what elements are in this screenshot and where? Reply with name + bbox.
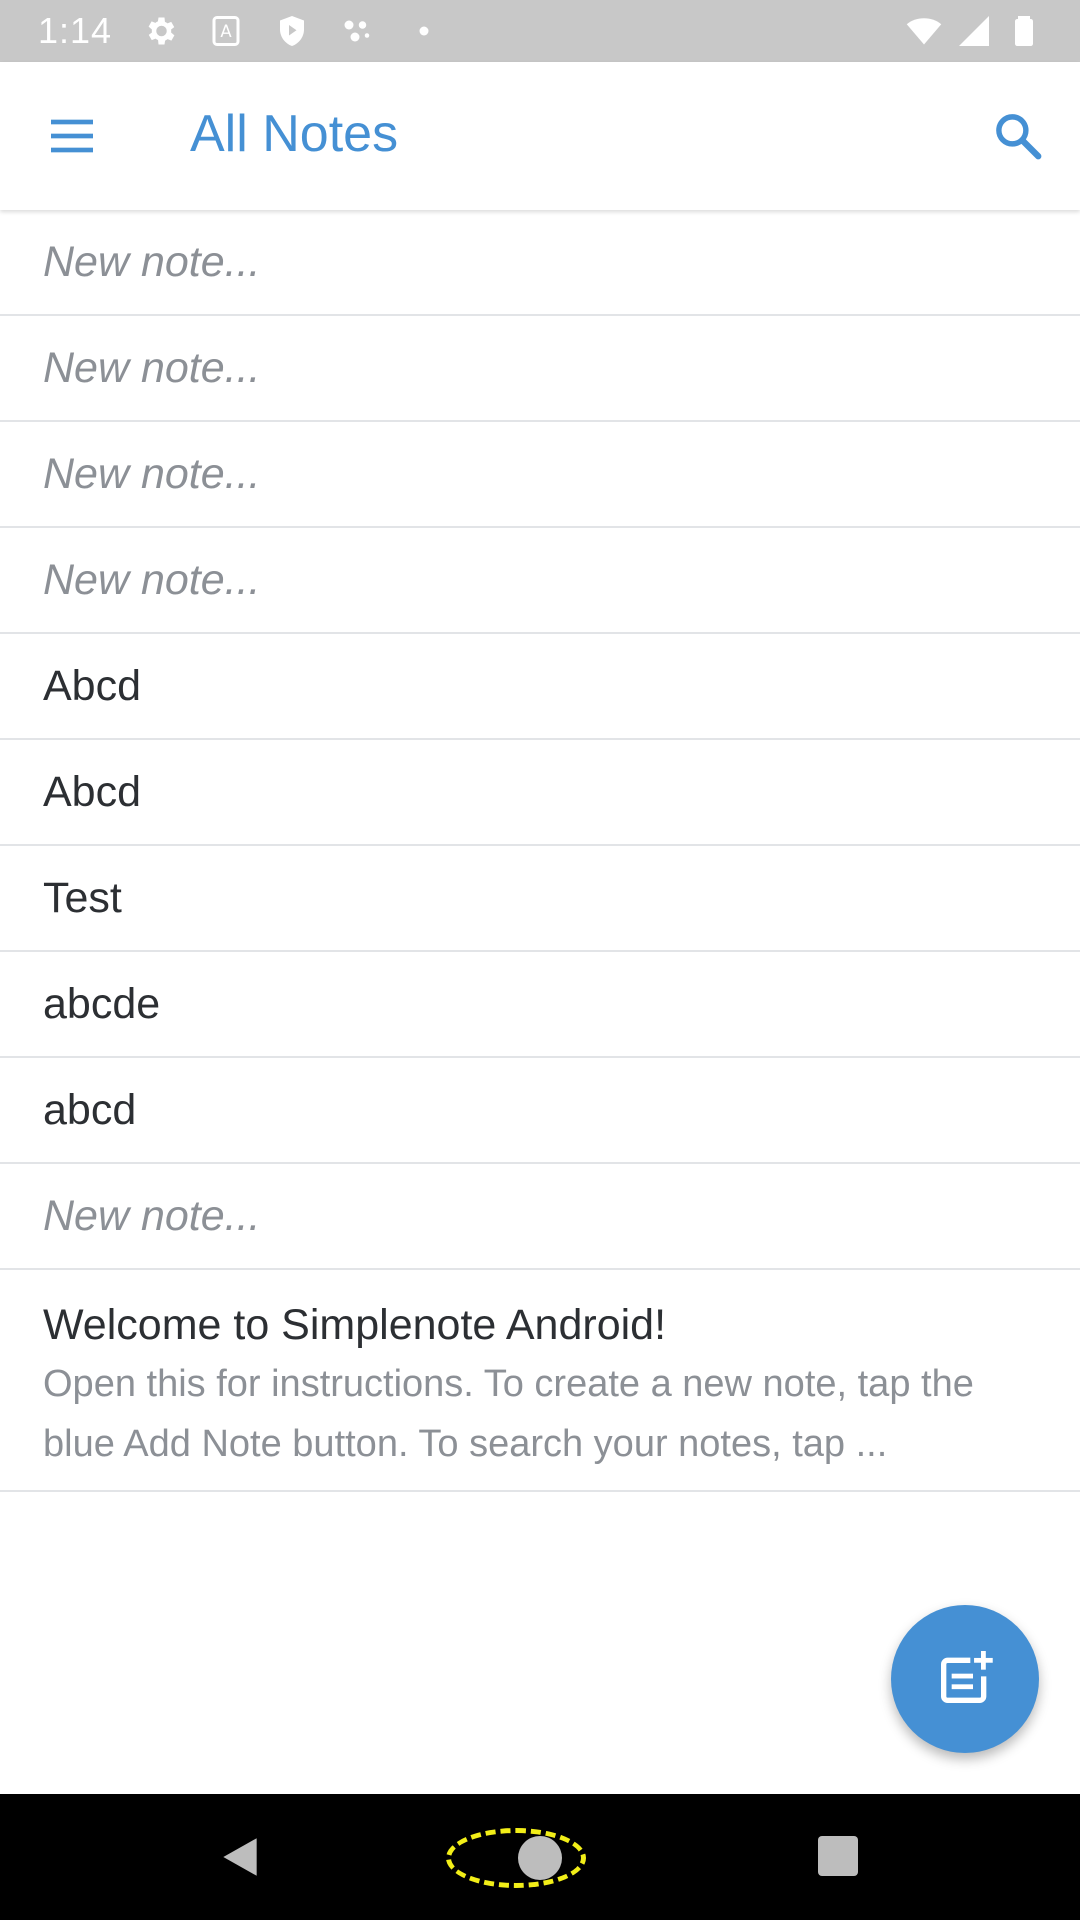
- back-icon[interactable]: [215, 1832, 265, 1882]
- note-list-item[interactable]: New note...: [0, 316, 1080, 422]
- note-list-item[interactable]: Test: [0, 846, 1080, 952]
- note-list-item[interactable]: Abcd: [0, 634, 1080, 740]
- note-preview: Open this for instructions. To create a …: [43, 1363, 974, 1465]
- note-title: Welcome to Simplenote Android!: [43, 1301, 667, 1349]
- shield-icon: [274, 13, 310, 49]
- search-icon: [996, 114, 1042, 160]
- menu-button[interactable]: [34, 102, 110, 170]
- status-left: 1:14 A: [38, 10, 442, 52]
- note-title: New note...: [43, 343, 261, 392]
- note-title: New note...: [43, 555, 261, 604]
- note-title: New note...: [43, 1191, 261, 1240]
- wifi-icon: [906, 13, 942, 49]
- note-title: New note...: [43, 237, 261, 286]
- note-list-item[interactable]: New note...: [0, 1164, 1080, 1270]
- settings-icon: [142, 13, 178, 49]
- battery-icon: [1006, 13, 1042, 49]
- page-title: All Notes: [190, 105, 399, 163]
- note-list-item[interactable]: abcd: [0, 1058, 1080, 1164]
- add-note-icon: [941, 1651, 993, 1703]
- signal-icon: [956, 13, 992, 49]
- note-list-item[interactable]: New note...: [0, 210, 1080, 316]
- note-list-item[interactable]: abcde: [0, 952, 1080, 1058]
- note-list-item[interactable]: New note...: [0, 528, 1080, 634]
- note-title: New note...: [43, 449, 261, 498]
- a-icon: A: [208, 13, 244, 49]
- svg-text:A: A: [220, 22, 232, 41]
- note-title: Abcd: [43, 661, 142, 710]
- note-title: abcde: [43, 979, 161, 1028]
- screen: 1:14 A All Notes New note... New note...…: [0, 0, 1080, 1920]
- status-time: 1:14: [38, 10, 113, 51]
- recents-button[interactable]: [818, 1836, 858, 1876]
- home-button[interactable]: [518, 1836, 562, 1880]
- note-title: Abcd: [43, 767, 142, 816]
- dot-icon: [406, 13, 442, 49]
- status-bar: 1:14 A: [0, 0, 1080, 62]
- menu-icon: [51, 119, 93, 153]
- notes-list: New note... New note... New note... New …: [0, 210, 1080, 1492]
- note-list-item[interactable]: New note...: [0, 422, 1080, 528]
- navigation-bar: [0, 1794, 1080, 1920]
- note-list-item[interactable]: Abcd: [0, 740, 1080, 846]
- app-bar: All Notes: [0, 62, 1080, 210]
- note-list-item[interactable]: Welcome to Simplenote Android! Open this…: [0, 1270, 1080, 1492]
- dots-icon: [340, 13, 376, 49]
- home-highlight-ring: [446, 1828, 586, 1888]
- note-title: Test: [43, 873, 122, 922]
- add-note-button[interactable]: [891, 1605, 1039, 1753]
- search-button[interactable]: [980, 98, 1056, 174]
- note-title: abcd: [43, 1085, 137, 1134]
- status-right: [906, 13, 1042, 49]
